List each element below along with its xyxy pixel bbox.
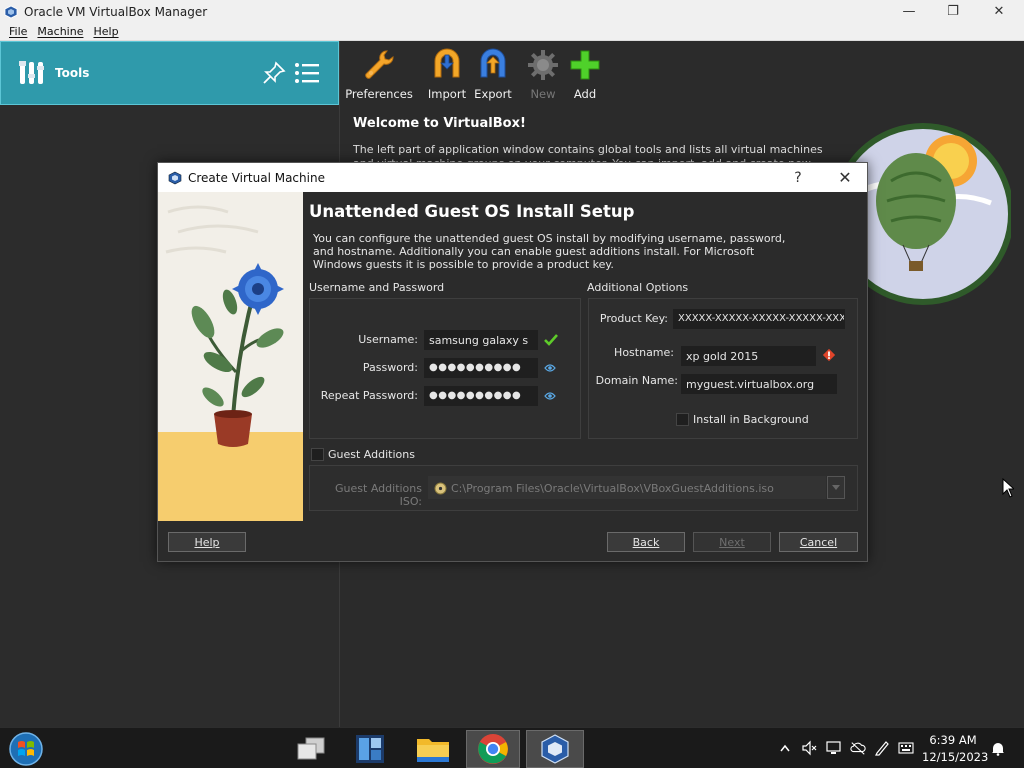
tools-item[interactable]: Tools: [0, 41, 339, 105]
clock-time[interactable]: 6:39 AM: [925, 733, 981, 747]
preferences-button[interactable]: Preferences: [345, 47, 413, 101]
guest-additions-iso-label: Guest Additions ISO:: [335, 482, 422, 508]
tools-icon: [17, 58, 47, 88]
guest-additions-iso-path[interactable]: C:\Program Files\Oracle\VirtualBox\VBoxG…: [428, 476, 826, 499]
username-input[interactable]: samsung galaxy s: [424, 330, 538, 350]
task-view-icon[interactable]: [284, 730, 338, 768]
dialog-close-button[interactable]: ✕: [830, 163, 860, 192]
keyboard-icon[interactable]: [898, 740, 914, 756]
password-input[interactable]: ●●●●●●●●●●: [424, 358, 538, 378]
menu-list-icon[interactable]: [293, 60, 321, 86]
context-help-button[interactable]: ?: [788, 163, 808, 192]
notification-bell-icon[interactable]: [990, 740, 1006, 756]
mouse-cursor-icon: [1002, 478, 1014, 498]
wrench-icon: [361, 47, 397, 83]
pen-icon[interactable]: [874, 740, 890, 756]
next-button[interactable]: Next: [693, 532, 771, 552]
pin-icon[interactable]: [261, 60, 287, 86]
show-hidden-icons-chevron-icon[interactable]: [777, 740, 793, 756]
export-icon: [475, 47, 511, 83]
show-repeat-password-eye-icon[interactable]: [543, 389, 557, 403]
import-icon: [429, 47, 465, 83]
widgets-icon[interactable]: [343, 730, 397, 768]
plus-icon: [567, 47, 603, 83]
additional-options-title: Additional Options: [587, 281, 689, 294]
close-window-button[interactable]: ✕: [976, 0, 1022, 23]
warning-icon: [822, 348, 836, 362]
welcome-title: Welcome to VirtualBox!: [353, 116, 526, 131]
dialog-titlebar: Create Virtual Machine ? ✕: [158, 163, 867, 192]
file-explorer-icon[interactable]: [406, 730, 460, 768]
start-button[interactable]: [2, 730, 50, 768]
wizard-flower-illustration: [158, 192, 303, 521]
export-label: Export: [474, 87, 512, 101]
domain-name-label: Domain Name:: [595, 374, 678, 387]
add-button[interactable]: Add: [553, 47, 617, 101]
optical-disc-icon: [433, 481, 447, 495]
cloud-offline-icon[interactable]: [850, 740, 866, 756]
show-password-eye-icon[interactable]: [543, 361, 557, 375]
clock-date[interactable]: 12/15/2023: [922, 750, 988, 764]
back-button[interactable]: Back: [607, 532, 685, 552]
virtualbox-logo-icon: [4, 5, 18, 19]
restore-button[interactable]: ❐: [930, 0, 976, 23]
help-button[interactable]: Help: [168, 532, 246, 552]
username-group-title: Username and Password: [309, 281, 445, 294]
guest-additions-checkbox[interactable]: [311, 448, 324, 461]
repeat-password-input[interactable]: ●●●●●●●●●●: [424, 386, 538, 406]
wizard-heading: Unattended Guest OS Install Setup: [309, 202, 635, 221]
hostname-input[interactable]: xp gold 2015: [681, 346, 816, 366]
valid-check-icon: [544, 333, 558, 347]
virtualbox-cube-icon: [168, 171, 182, 185]
guest-additions-label: Guest Additions: [328, 448, 415, 461]
new-label: New: [530, 87, 556, 101]
domain-name-input[interactable]: myguest.virtualbox.org: [681, 374, 837, 394]
install-in-background-checkbox[interactable]: [676, 413, 689, 426]
cancel-button[interactable]: Cancel: [779, 532, 858, 552]
install-in-background-label: Install in Background: [693, 413, 809, 426]
username-label: Username:: [358, 333, 418, 346]
menu-file[interactable]: File: [4, 25, 32, 38]
password-label: Password:: [362, 361, 418, 374]
menu-help[interactable]: Help: [88, 25, 123, 38]
menu-machine[interactable]: Machine: [32, 25, 88, 38]
window-title: Oracle VM VirtualBox Manager: [24, 4, 208, 19]
add-label: Add: [573, 87, 597, 101]
tools-label: Tools: [55, 66, 90, 80]
dialog-title: Create Virtual Machine: [188, 170, 325, 185]
virtualbox-taskbar-icon[interactable]: [526, 730, 584, 768]
iso-browse-dropdown[interactable]: [827, 476, 845, 499]
taskbar: 6:39 AM 12/15/2023: [0, 727, 1024, 768]
hostname-label: Hostname:: [614, 346, 674, 359]
chrome-icon[interactable]: [466, 730, 520, 768]
preferences-label: Preferences: [345, 87, 413, 101]
minimize-button[interactable]: —: [886, 0, 932, 23]
speaker-muted-icon[interactable]: [801, 740, 817, 756]
display-icon[interactable]: [826, 740, 842, 756]
menu-bar: File Machine Help: [0, 23, 1024, 41]
window-titlebar: Oracle VM VirtualBox Manager — ❐ ✕: [0, 0, 1024, 23]
wizard-description: You can configure the unattended guest O…: [313, 232, 786, 271]
product-key-label: Product Key:: [599, 312, 668, 325]
product-key-input[interactable]: XXXXX-XXXXX-XXXXX-XXXXX-XXXXX: [673, 309, 845, 329]
repeat-password-label: Repeat Password:: [320, 389, 418, 402]
create-vm-dialog: Create Virtual Machine ? ✕ Unattended Gu…: [157, 162, 868, 562]
